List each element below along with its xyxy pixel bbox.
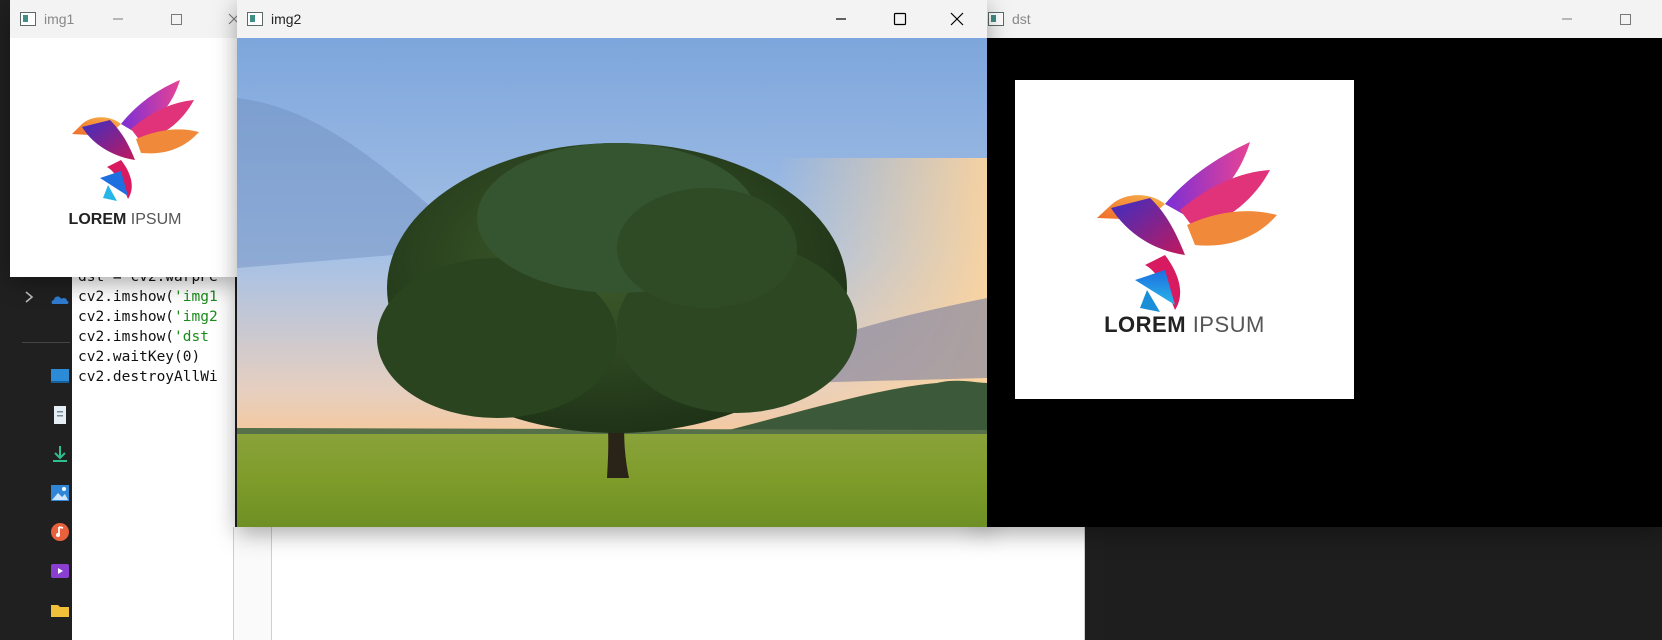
minimize-button[interactable] [812,0,870,38]
window-app-icon [988,12,1004,26]
titlebar[interactable]: img2 [237,0,987,38]
close-button[interactable] [928,0,986,38]
window-app-icon [247,12,263,26]
downloads-icon[interactable] [50,444,70,464]
code-line: cv2.imshow('img1 [78,289,218,305]
tree-landscape-image [237,38,987,527]
logo-word: LOREM [1104,312,1187,337]
minimize-icon [1562,18,1572,20]
desktop-icon[interactable] [50,366,70,386]
titlebar[interactable]: img1 [10,0,240,38]
code-line: cv2.imshow('img2 [78,309,218,325]
logo-word: LOREM [68,211,127,228]
minimize-icon [836,18,846,20]
image-canvas: LOREM IPSUM [978,38,1662,527]
landscape-picture [237,38,987,527]
window-title: dst [1012,11,1031,27]
code-line: cv2.imshow('dst [78,329,209,345]
documents-icon[interactable] [50,405,70,425]
minimize-button[interactable] [1538,0,1596,38]
maximize-icon [893,12,907,26]
logo-word: IPSUM [130,211,182,228]
string-literal: 'dst [174,329,209,345]
maximize-button[interactable] [147,0,205,38]
music-icon[interactable] [50,522,70,542]
window-img1[interactable]: img1 LOREM IPSUM [10,0,240,277]
minimize-icon [113,18,123,20]
titlebar[interactable]: dst [978,0,1662,38]
minimize-button[interactable] [89,0,147,38]
window-app-icon [20,12,36,26]
logo-word: IPSUM [1192,312,1265,337]
logo-text: LOREM IPSUM [1015,312,1354,338]
string-literal: 'img1 [174,289,218,305]
folder-icon[interactable] [50,600,70,620]
maximize-button[interactable] [870,0,928,38]
maximize-icon [1620,14,1631,25]
maximize-button[interactable] [1596,0,1654,38]
window-title: img1 [44,11,75,27]
logo-image: LOREM IPSUM [10,38,240,277]
videos-icon[interactable] [50,561,70,581]
background-dark-window [1104,527,1662,640]
close-icon [950,12,964,26]
string-literal: 'img2 [174,309,218,325]
pictures-icon[interactable] [50,483,70,503]
bird-logo-icon [1097,142,1277,312]
window-img2[interactable]: img2 [237,0,987,527]
bird-logo-icon [72,80,199,201]
window-title: img2 [271,11,302,27]
code-line: cv2.destroyAllWi [78,369,218,385]
onedrive-icon[interactable] [50,290,70,310]
maximize-icon [171,14,182,25]
background-window-content [271,527,1085,640]
chevron-right-icon[interactable] [22,290,36,304]
logo-text: LOREM IPSUM [10,211,240,229]
logo-image: LOREM IPSUM [1015,80,1354,399]
code-line: cv2.waitKey(0) [78,349,201,365]
window-dst[interactable]: dst LOREM IPSUM [978,0,1662,527]
